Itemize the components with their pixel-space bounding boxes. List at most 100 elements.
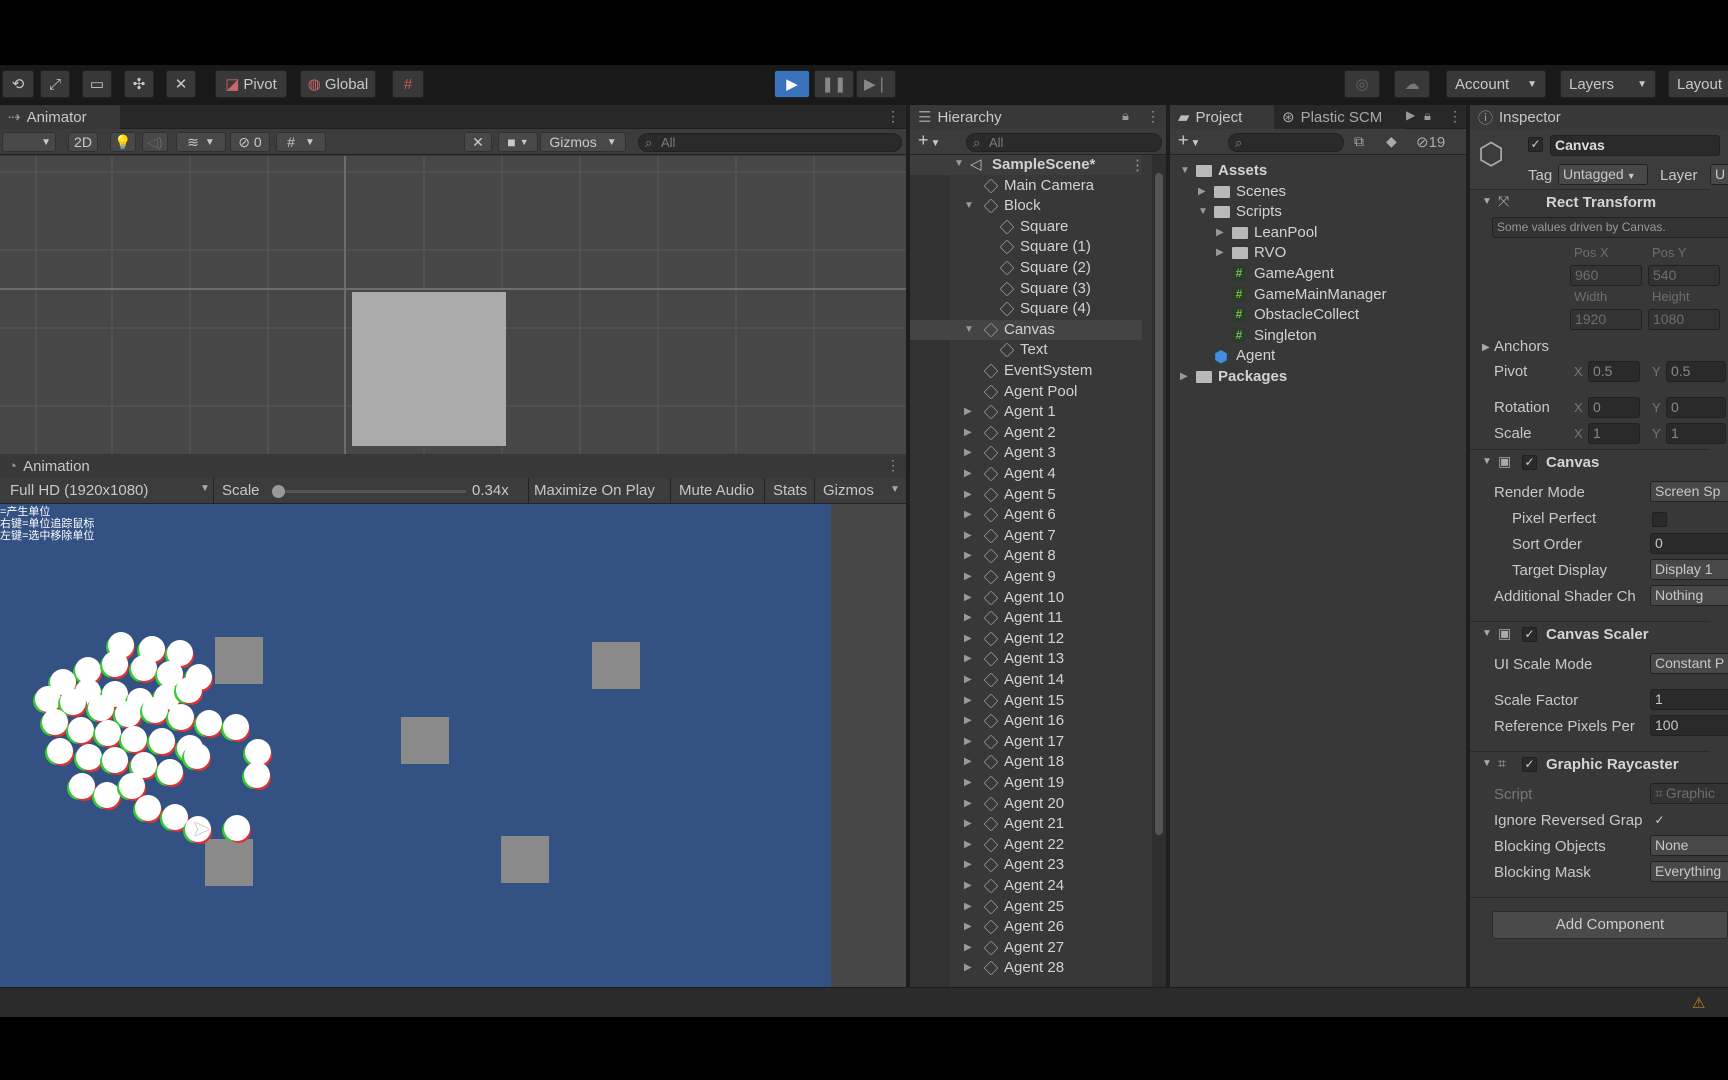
hierarchy-item[interactable]: Square (4) [910,299,1142,319]
shader-channels-dropdown[interactable]: Nothing [1650,585,1728,606]
hierarchy-scrollbar[interactable] [1152,155,1166,1017]
hierarchy-item[interactable]: ▶ Agent 2 [910,423,1142,443]
collapse-arrow-icon[interactable]: ▶ [964,839,972,850]
project-item[interactable]: ▶ LeanPool [1170,223,1466,243]
hidden-packages-toggle[interactable]: ⊘19 [1416,133,1445,151]
anchors-foldout[interactable]: Anchors [1494,338,1549,355]
agent-unit[interactable] [42,709,68,735]
agent-unit[interactable] [162,804,188,830]
reference-pixels-field[interactable]: 100 [1650,715,1728,736]
agent-unit[interactable] [131,655,157,681]
expand-arrow-icon[interactable]: ▼ [964,324,974,335]
hierarchy-item[interactable]: ▶ Agent 13 [910,649,1142,669]
blocking-objects-dropdown[interactable]: None [1650,835,1728,856]
scrollbar-thumb[interactable] [1155,173,1163,835]
hidden-objects-toggle[interactable]: ⊘ 0 [230,132,270,152]
expand-arrow-icon[interactable]: ▶ [1482,342,1490,353]
game-gizmos-toggle[interactable]: Gizmos [823,482,874,499]
scale-x-field[interactable]: 1 [1588,423,1640,444]
tag-dropdown[interactable]: Untagged ▼ [1558,164,1648,185]
rect-tool-icon[interactable]: ▭ [82,70,112,98]
hierarchy-item[interactable]: ▶ Agent 3 [910,443,1142,463]
rotation-y-field[interactable]: 0 [1666,397,1726,418]
hierarchy-item[interactable]: ▶ Agent 27 [910,938,1142,958]
tab-plastic-scm[interactable]: ⊛ Plastic SCM [1274,105,1404,129]
tab-animator[interactable]: ⇢ Animator [0,105,120,129]
hierarchy-item[interactable]: Main Camera [910,176,1142,196]
collapse-arrow-icon[interactable]: ▶ [964,798,972,809]
render-mode-dropdown[interactable]: Screen Sp [1650,481,1728,502]
hierarchy-item[interactable]: ▶ Agent 5 [910,485,1142,505]
hierarchy-item[interactable]: EventSystem [910,361,1142,381]
agent-unit[interactable] [244,762,270,788]
agent-unit[interactable] [149,728,175,754]
project-item[interactable]: ▼ Scripts [1170,202,1466,222]
ui-scale-mode-dropdown[interactable]: Constant P [1650,653,1728,674]
sort-order-field[interactable]: 0 [1650,533,1728,554]
stats-toggle[interactable]: Stats [773,482,807,499]
mute-audio-toggle[interactable]: Mute Audio [679,482,754,499]
camera-dropdown[interactable]: ■ ▼ [498,132,538,152]
agent-unit[interactable] [223,714,249,740]
gizmos-dropdown[interactable]: Gizmos ▼ [540,132,626,152]
graphic-raycaster-header[interactable]: ▼ ⌗ ✓ Graphic Raycaster [1470,751,1710,777]
agent-unit[interactable] [60,689,86,715]
resolution-dropdown[interactable]: Full HD (1920x1080) [10,482,148,499]
add-object-button[interactable]: + ▼ [918,130,940,151]
hierarchy-item[interactable]: ▶ Agent 17 [910,732,1142,752]
collapse-arrow-icon[interactable]: ▶ [964,942,972,953]
agent-unit[interactable] [95,720,121,746]
agent-unit[interactable] [102,747,128,773]
expand-arrow-icon[interactable]: ▼ [1198,206,1208,217]
hierarchy-item[interactable]: Square (3) [910,279,1142,299]
project-item[interactable]: # ObstacleCollect [1170,305,1466,325]
hierarchy-item[interactable]: ▶ Agent 11 [910,608,1142,628]
hierarchy-item[interactable]: ▶ Agent 23 [910,855,1142,875]
agent-unit[interactable] [157,759,183,785]
step-button[interactable]: ▶❘ [856,70,896,98]
filter-type-icon[interactable]: ⧉ [1354,133,1364,150]
hierarchy-item[interactable]: ▶ Agent 4 [910,464,1142,484]
collapse-arrow-icon[interactable]: ▶ [1216,227,1224,238]
active-checkbox[interactable]: ✓ [1528,137,1543,152]
play-button[interactable]: ▶ [774,70,810,98]
tab-inspector[interactable]: ⓘ Inspector [1470,105,1728,129]
collapse-arrow-icon[interactable]: ▶ [1216,247,1224,258]
collapse-arrow-icon[interactable]: ▶ [964,653,972,664]
project-item[interactable]: # GameAgent [1170,264,1466,284]
account-dropdown[interactable]: Account ▼ [1446,70,1546,98]
hierarchy-item[interactable]: ▶ Agent 15 [910,691,1142,711]
collapse-arrow-icon[interactable]: ▶ [964,736,972,747]
pivot-toggle[interactable]: ◪ Pivot [215,70,287,98]
layers-dropdown[interactable]: Layers ▼ [1560,70,1656,98]
expand-arrow-icon[interactable]: ▼ [964,200,974,211]
hierarchy-search-input[interactable]: All [966,133,1162,152]
effects-dropdown[interactable]: ≋ ▼ [176,132,226,152]
hierarchy-item[interactable]: ▶ Agent 10 [910,588,1142,608]
panel-menu-icon[interactable]: ⋮ [1448,108,1462,125]
tools-icon[interactable]: ✕ [464,132,492,152]
hierarchy-item[interactable]: Agent Pool [910,382,1142,402]
warning-icon[interactable]: ⚠ [1692,994,1705,1012]
mode-2d-toggle[interactable]: 2D [68,132,98,152]
collapse-arrow-icon[interactable]: ▶ [964,489,972,500]
hierarchy-item[interactable]: ▶ Agent 18 [910,752,1142,772]
raycaster-checkbox[interactable]: ✓ [1522,757,1537,772]
hierarchy-item[interactable]: ▶ Agent 14 [910,670,1142,690]
canvas-scaler-checkbox[interactable]: ✓ [1522,627,1537,642]
agent-unit[interactable] [224,815,250,841]
collapse-arrow-icon[interactable]: ▶ [964,612,972,623]
collapse-arrow-icon[interactable]: ▶ [964,427,972,438]
panel-menu-icon[interactable]: ⋮ [886,457,900,474]
hierarchy-item[interactable]: ▶ Agent 16 [910,711,1142,731]
tab-animation[interactable]: ◔ Animation [0,454,906,478]
hierarchy-item[interactable]: ▶ Agent 1 [910,402,1142,422]
project-item[interactable]: ▶ Packages [1170,367,1466,387]
filter-label-icon[interactable]: ◆ [1386,133,1397,150]
pause-button[interactable]: ❚❚ [814,70,854,98]
collab-icon[interactable]: ◎ [1344,70,1380,98]
lighting-icon[interactable]: 💡 [110,132,136,152]
snap-icon[interactable]: # [392,70,424,98]
pivot-x-field[interactable]: 0.5 [1588,361,1640,382]
hierarchy-item[interactable]: ▶ Agent 26 [910,917,1142,937]
